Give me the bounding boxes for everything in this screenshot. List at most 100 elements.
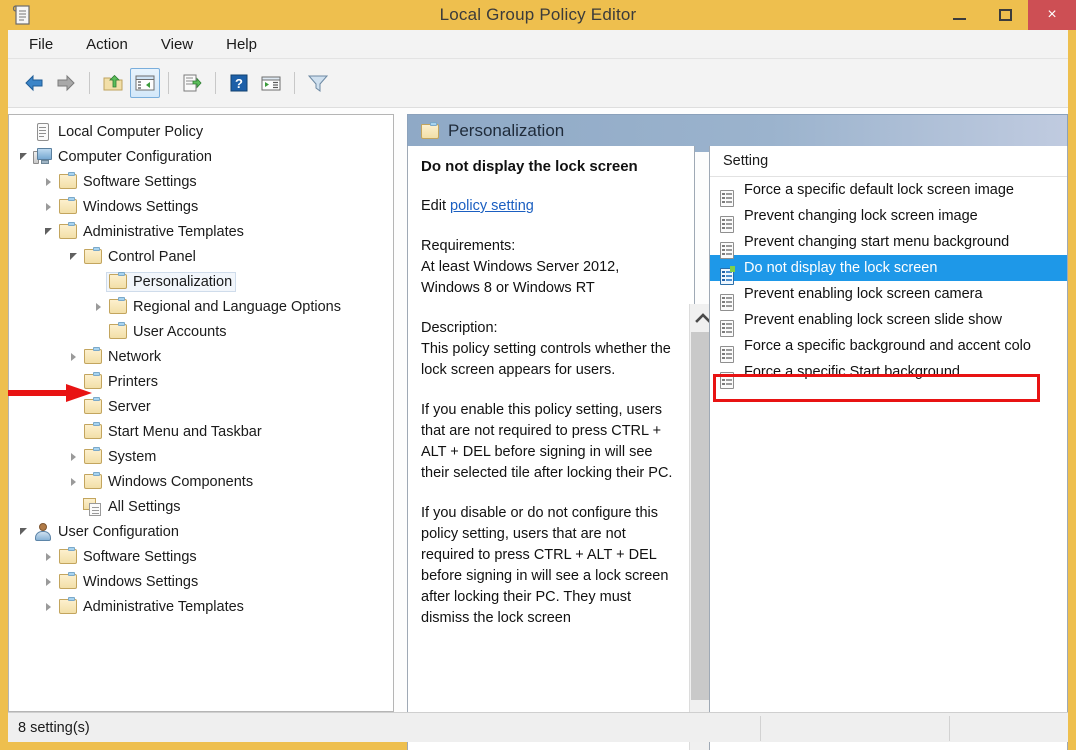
tree-item-twisty[interactable] [15, 119, 31, 144]
chevron-right-icon[interactable] [95, 302, 101, 311]
settings-list-row-label: Prevent changing start menu background [744, 234, 1010, 250]
chevron-right-icon[interactable] [70, 477, 76, 486]
tree-item[interactable]: Administrative Templates [9, 594, 393, 619]
menu-item-view[interactable]: View [158, 34, 196, 55]
tree-item[interactable]: Control Panel [9, 244, 393, 269]
tree-item-label: User Configuration [58, 523, 179, 540]
tree-item[interactable]: Software Settings [9, 169, 393, 194]
help-icon[interactable]: ? [224, 68, 254, 98]
chevron-down-icon[interactable] [44, 228, 52, 235]
tree-item[interactable]: Windows Settings [9, 569, 393, 594]
tree-item-twisty[interactable] [40, 169, 56, 194]
tree-item-twisty[interactable] [65, 244, 81, 269]
tree-item-label: Windows Settings [83, 198, 199, 215]
minimize-button[interactable] [936, 0, 982, 30]
tree-item-twisty[interactable] [65, 469, 81, 494]
chevron-right-icon[interactable] [70, 352, 76, 361]
folder-icon [84, 247, 102, 264]
tree-item[interactable]: Personalization [9, 269, 393, 294]
tree-item-twisty[interactable] [40, 219, 56, 244]
settings-list-row-label: Do not display the lock screen [744, 260, 938, 276]
tree-item[interactable]: Computer Configuration [9, 144, 393, 169]
tree-item-twisty[interactable] [90, 269, 106, 294]
export-list-icon[interactable] [177, 68, 207, 98]
tree-item-twisty[interactable] [40, 594, 56, 619]
tree-item[interactable]: Regional and Language Options [9, 294, 393, 319]
tree-item[interactable]: Local Computer Policy [9, 119, 393, 144]
tree-item[interactable]: All Settings [9, 494, 393, 519]
maximize-button[interactable] [982, 0, 1028, 30]
status-bar: 8 setting(s) [8, 712, 1068, 742]
properties-icon[interactable] [256, 68, 286, 98]
folder-icon [84, 422, 102, 439]
tree-item-twisty[interactable] [15, 144, 31, 169]
menu-item-file[interactable]: File [26, 34, 56, 55]
toolbar-separator [294, 72, 295, 94]
tree-item-twisty[interactable] [65, 344, 81, 369]
chevron-right-icon[interactable] [45, 602, 51, 611]
pane-header-title: Personalization [448, 121, 565, 140]
settings-list-row[interactable]: Prevent enabling lock screen slide show [710, 307, 1067, 337]
tree-item[interactable]: Start Menu and Taskbar [9, 419, 393, 444]
tree-item[interactable]: Windows Components [9, 469, 393, 494]
settings-list-row[interactable]: Do not display the lock screen [710, 255, 1067, 285]
tree-item[interactable]: Software Settings [9, 544, 393, 569]
tree-item[interactable]: Server [9, 394, 393, 419]
show-hide-tree-icon[interactable] [130, 68, 160, 98]
tree-item-twisty[interactable] [65, 494, 81, 519]
console-tree-pane[interactable]: Local Computer Policy Computer Configurat… [8, 114, 394, 712]
tree-item[interactable]: System [9, 444, 393, 469]
chevron-down-icon[interactable] [69, 253, 77, 260]
filter-icon[interactable] [303, 68, 333, 98]
chevron-down-icon[interactable] [19, 153, 27, 160]
settings-list-row[interactable]: Prevent enabling lock screen camera [710, 281, 1067, 311]
back-icon[interactable] [19, 68, 49, 98]
chevron-right-icon[interactable] [45, 202, 51, 211]
chevron-down-icon[interactable] [19, 528, 27, 535]
settings-list-row[interactable]: Prevent changing start menu background [710, 229, 1067, 259]
tree-item-twisty[interactable] [90, 319, 106, 344]
description-paragraph-3-wrap: If you disable or do not configure this … [421, 503, 681, 629]
tree-item-twisty[interactable] [65, 394, 81, 419]
tree-item[interactable]: Administrative Templates [9, 219, 393, 244]
settings-list-row[interactable]: Force a specific default lock screen ima… [710, 177, 1067, 207]
tree-item-twisty[interactable] [65, 444, 81, 469]
tree-item-twisty[interactable] [90, 294, 106, 319]
up-folder-icon[interactable] [98, 68, 128, 98]
chevron-right-icon[interactable] [45, 177, 51, 186]
chevron-right-icon[interactable] [45, 552, 51, 561]
folder-icon [59, 222, 77, 239]
menu-item-help[interactable]: Help [223, 34, 260, 55]
forward-icon[interactable] [51, 68, 81, 98]
tree-item[interactable]: User Configuration [9, 519, 393, 544]
chevron-right-icon[interactable] [70, 452, 76, 461]
settings-list-pane[interactable]: Setting Force a specific default lock sc… [709, 146, 1068, 750]
menu-item-action[interactable]: Action [83, 34, 131, 55]
local-group-policy-editor-window: Local Group Policy Editor × File Action … [0, 0, 1076, 750]
tree-item-twisty[interactable] [65, 419, 81, 444]
policy-setting-link[interactable]: policy setting [450, 198, 534, 214]
folder-icon [84, 472, 102, 489]
tree-item[interactable]: Printers [9, 369, 393, 394]
tree-item-twisty[interactable] [65, 369, 81, 394]
settings-list-row[interactable]: Force a specific background and accent c… [710, 333, 1067, 363]
tree-item[interactable]: Network [9, 344, 393, 369]
settings-list-row[interactable]: Prevent changing lock screen image [710, 203, 1067, 233]
description-section: Description: This policy setting control… [421, 318, 681, 381]
folder-icon [109, 322, 127, 339]
tree-item[interactable]: Windows Settings [9, 194, 393, 219]
tree-item-twisty[interactable] [40, 194, 56, 219]
tree-item-twisty[interactable] [15, 519, 31, 544]
close-button[interactable]: × [1028, 0, 1076, 30]
settings-list-row[interactable]: Force a specific Start background [710, 359, 1067, 389]
tree-item[interactable]: User Accounts [9, 319, 393, 344]
tree-item-label: Windows Components [108, 473, 254, 490]
tree-item-twisty[interactable] [40, 569, 56, 594]
settings-list-row-label: Force a specific background and accent c… [744, 338, 1031, 354]
requirements-label: Requirements: [421, 238, 516, 254]
tree-item-twisty[interactable] [40, 544, 56, 569]
scroll-doc-icon [35, 122, 51, 141]
chevron-right-icon[interactable] [45, 577, 51, 586]
requirements-text: At least Windows Server 2012, Windows 8 … [421, 259, 620, 296]
column-header-setting[interactable]: Setting [710, 146, 1067, 177]
